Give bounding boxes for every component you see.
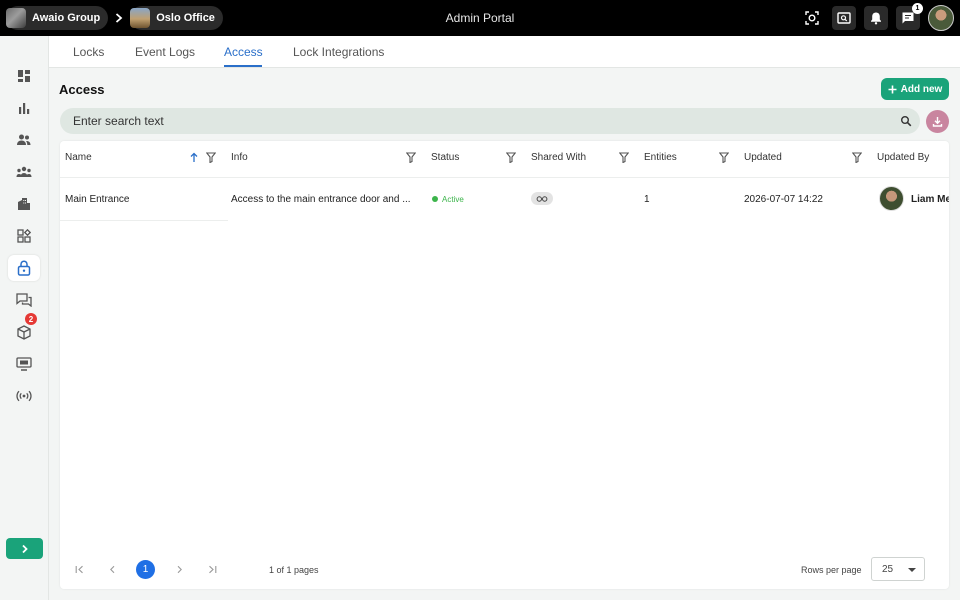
filter-icon[interactable] — [506, 152, 516, 163]
cell-name: Main Entrance — [65, 194, 130, 205]
building-icon — [18, 198, 30, 210]
caret-down-icon — [908, 568, 916, 572]
user-avatar[interactable] — [928, 5, 954, 31]
sidebar-item-apps[interactable] — [8, 223, 40, 249]
apps-icon — [17, 229, 31, 243]
status-dot-icon — [432, 196, 438, 202]
column-header-updated[interactable]: Updated — [744, 152, 782, 163]
tab-event-logs[interactable]: Event Logs — [135, 45, 195, 59]
column-header-entities[interactable]: Entities — [644, 152, 677, 163]
chat-icon[interactable]: 1 — [896, 3, 923, 30]
column-header-name[interactable]: Name — [65, 152, 92, 163]
scan-icon[interactable] — [800, 6, 824, 30]
filter-icon[interactable] — [852, 152, 862, 163]
expand-sidebar-button[interactable] — [6, 538, 43, 559]
plus-icon — [888, 85, 897, 93]
forum-icon — [16, 293, 32, 307]
avatar — [879, 186, 904, 211]
pagination: 1 1 of 1 pages Rows per page 25 — [60, 556, 949, 584]
filter-icon[interactable] — [719, 152, 729, 163]
current-page-button[interactable]: 1 — [136, 560, 155, 579]
first-page-icon — [75, 565, 83, 573]
groups-icon — [16, 166, 32, 177]
cell-entities: 1 — [644, 194, 650, 205]
tab-lock-integrations[interactable]: Lock Integrations — [293, 45, 384, 59]
tab-access[interactable]: Access — [224, 45, 263, 59]
search-bar — [60, 108, 920, 134]
previous-page-button[interactable] — [105, 562, 119, 576]
chevron-right-icon — [177, 565, 182, 573]
sidebar-item-buildings[interactable] — [8, 191, 40, 217]
first-page-button[interactable] — [72, 562, 86, 576]
chevron-left-icon — [109, 565, 114, 573]
sidebar-item-analytics[interactable] — [8, 95, 40, 121]
access-table: Name Info Status Shared With Entities Up… — [60, 141, 949, 589]
infinity-icon — [536, 195, 548, 202]
broadcast-icon — [16, 390, 32, 402]
column-header-info[interactable]: Info — [231, 152, 248, 163]
dashboard-icon — [18, 70, 30, 82]
cell-updated: 2026-07-07 14:22 — [744, 194, 823, 205]
column-header-shared-with[interactable]: Shared With — [531, 152, 586, 163]
page-title: Access — [59, 82, 105, 97]
lock-icon — [17, 260, 31, 276]
download-button[interactable] — [926, 110, 949, 133]
package-icon — [17, 324, 31, 340]
sidebar-item-dashboard[interactable] — [8, 63, 40, 89]
rows-per-page-select[interactable]: 25 — [871, 557, 925, 581]
filter-icon[interactable] — [406, 152, 416, 163]
row-divider — [60, 220, 228, 221]
tab-locks[interactable]: Locks — [73, 45, 104, 59]
active-tab-indicator — [224, 65, 262, 67]
table-row[interactable]: Main Entrance Access to the main entranc… — [60, 178, 949, 221]
last-page-icon — [208, 565, 216, 573]
sidebar-item-groups[interactable] — [8, 159, 40, 185]
chat-badge: 1 — [912, 3, 923, 14]
sidebar-item-chat[interactable] — [8, 287, 40, 313]
tab-bar: Locks Event Logs Access Lock Integration… — [49, 36, 960, 68]
display-icon — [16, 357, 32, 371]
sidebar-item-displays[interactable] — [8, 351, 40, 377]
header-actions: 1 — [800, 3, 954, 31]
search-icon[interactable] — [900, 115, 912, 127]
last-page-button[interactable] — [205, 562, 219, 576]
status-badge: Active — [432, 192, 464, 206]
cell-updated-by: Liam Me — [911, 194, 949, 205]
screen-search-icon[interactable] — [832, 6, 856, 30]
page-info: 1 of 1 pages — [269, 565, 319, 575]
bell-icon[interactable] — [864, 6, 888, 30]
filter-icon[interactable] — [206, 152, 216, 163]
packages-badge: 2 — [25, 313, 37, 325]
chevron-right-icon — [21, 544, 28, 553]
status-label: Active — [442, 194, 464, 204]
sidebar-item-packages[interactable]: 2 — [8, 313, 40, 345]
column-header-status[interactable]: Status — [431, 152, 459, 163]
sidebar: 2 — [0, 36, 49, 600]
sidebar-item-broadcast[interactable] — [8, 383, 40, 409]
sidebar-item-locks[interactable] — [8, 255, 40, 281]
download-icon — [932, 117, 943, 127]
top-bar: Awaio Group Oslo Office Admin Portal 1 — [0, 0, 960, 36]
bar-chart-icon — [19, 103, 30, 114]
shared-with-chip[interactable] — [531, 192, 553, 205]
rows-per-page-label: Rows per page — [801, 565, 862, 575]
add-new-label: Add new — [900, 83, 943, 95]
search-input[interactable] — [73, 108, 873, 134]
cell-info: Access to the main entrance door and ... — [231, 194, 411, 205]
rows-per-page-value: 25 — [882, 564, 894, 575]
column-header-updated-by[interactable]: Updated By — [877, 152, 929, 163]
sort-ascending-icon[interactable] — [190, 152, 198, 163]
people-icon — [17, 134, 31, 145]
sidebar-item-people[interactable] — [8, 127, 40, 153]
add-new-button[interactable]: Add new — [881, 78, 949, 100]
next-page-button[interactable] — [172, 562, 186, 576]
filter-icon[interactable] — [619, 152, 629, 163]
